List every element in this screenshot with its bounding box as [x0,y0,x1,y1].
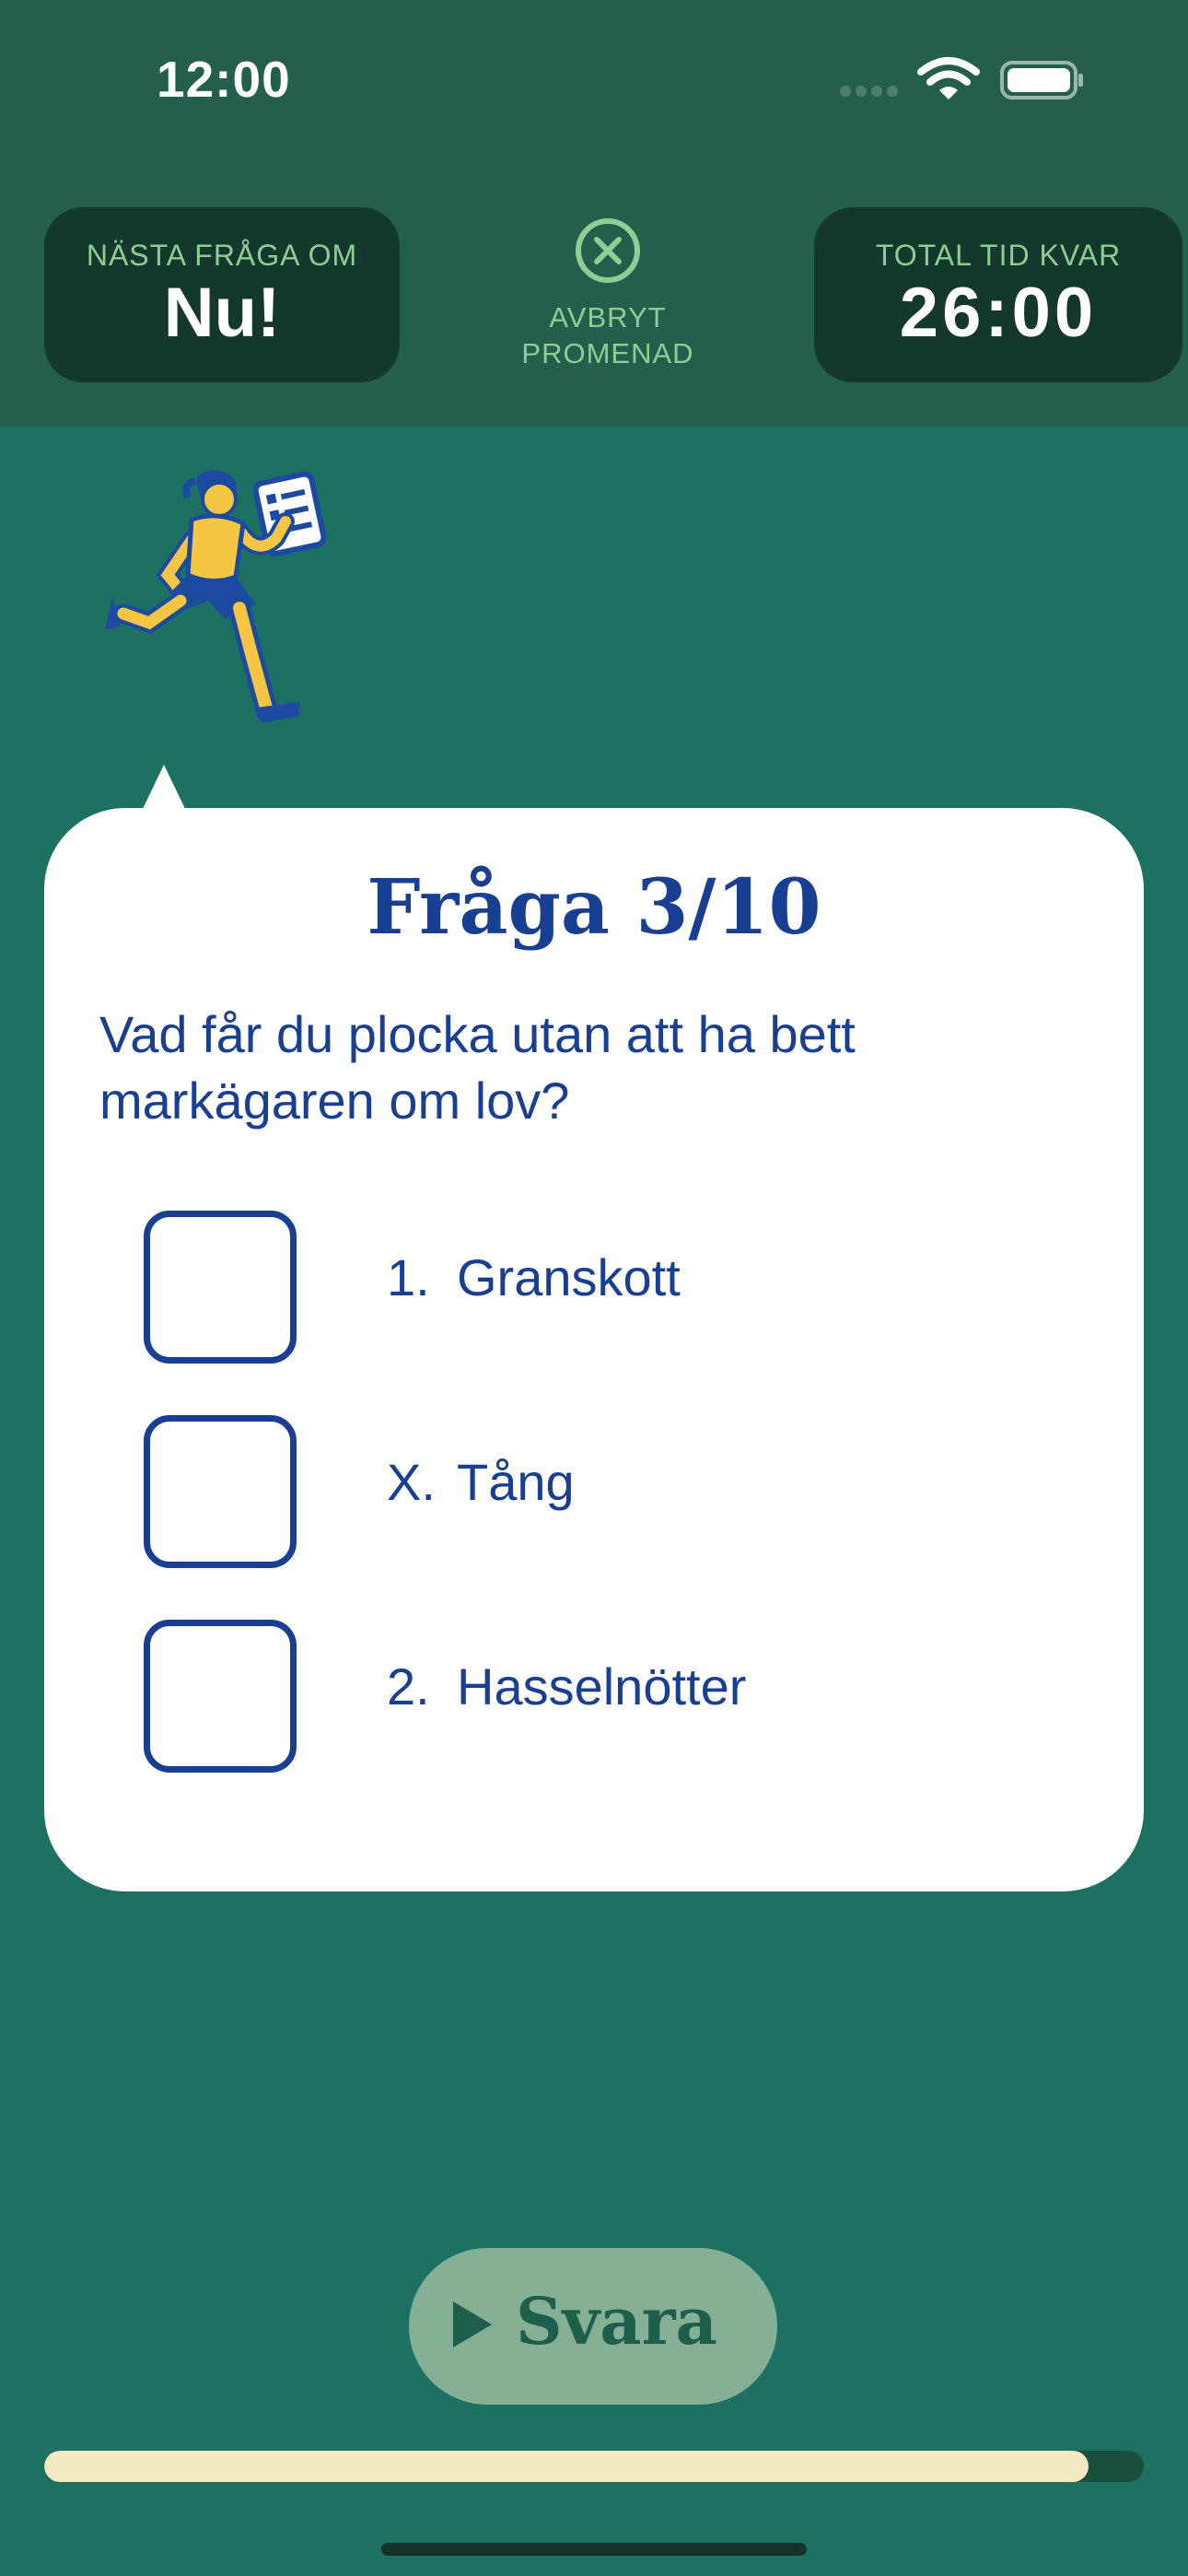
running-person-illustration [92,461,396,742]
cancel-label-line2: PROMENAD [521,337,694,369]
option-checkbox[interactable] [144,1415,297,1568]
question-card: Fråga 3/10 Vad får du plocka utan att ha… [44,808,1144,1891]
status-time: 12:00 [157,51,291,108]
option-1[interactable]: 1. Granskott [144,1211,1019,1364]
total-time-timer: TOTAL TID KVAR 26:00 [814,207,1182,382]
answer-button-label: Svara [516,2283,717,2359]
total-time-value: 26:00 [899,274,1098,352]
wifi-icon [917,55,980,106]
cellular-signal-icon [840,85,903,101]
total-time-label: TOTAL TID KVAR [875,239,1122,272]
question-text: Vad får du plocka utan att ha bett markä… [99,1005,856,1130]
option-key: X. [387,1453,436,1511]
option-x[interactable]: X. Tång [144,1415,1019,1568]
progress-bar [44,2451,1144,2482]
option-2[interactable]: 2. Hasselnötter [144,1620,1019,1773]
close-circle-icon [497,216,718,290]
option-checkbox[interactable] [144,1211,297,1364]
play-icon [453,2301,492,2348]
option-checkbox[interactable] [144,1620,297,1773]
cancel-walk-button[interactable]: AVBRYT PROMENAD [497,216,718,371]
next-question-value: Nu! [163,274,281,352]
speech-bubble-tail [142,765,186,811]
option-key: 2. [387,1657,430,1715]
question-title: Fråga 3/10 [367,863,821,952]
option-label: Tång [457,1453,575,1511]
option-label: Granskott [457,1248,681,1306]
option-label: Hasselnötter [457,1657,747,1715]
cancel-label-line1: AVBRYT [549,301,667,334]
next-question-timer: NÄSTA FRÅGA OM Nu! [44,207,400,382]
answer-button[interactable]: Svara [409,2248,777,2405]
option-key: 1. [387,1248,430,1306]
progress-fill [44,2451,1089,2482]
next-question-label: NÄSTA FRÅGA OM [86,239,358,272]
battery-icon [1000,61,1085,104]
home-indicator[interactable] [381,2543,807,2556]
